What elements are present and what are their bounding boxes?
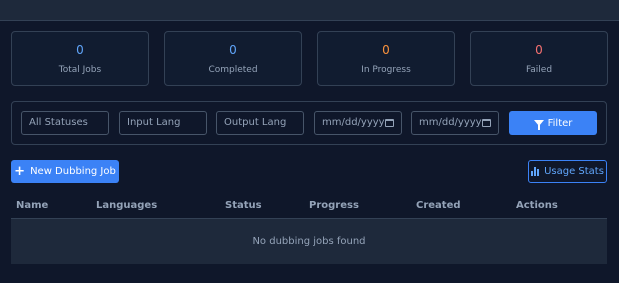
date-from-field[interactable]: mm/dd/yyyy [314, 111, 402, 135]
bar-chart-icon [531, 167, 540, 176]
stat-card-in-progress: 0 In Progress [317, 31, 455, 86]
date-from-placeholder: mm/dd/yyyy [322, 117, 385, 128]
column-header-actions: Actions [516, 200, 558, 211]
date-to-field[interactable]: mm/dd/yyyy [411, 111, 499, 135]
stat-card-failed: 0 Failed [470, 31, 608, 86]
stat-value: 0 [535, 43, 543, 57]
stat-label: Total Jobs [58, 65, 102, 75]
input-lang-placeholder: Input Lang [127, 117, 181, 128]
filter-button[interactable]: Filter [509, 111, 597, 135]
usage-stats-label: Usage Stats [544, 166, 604, 177]
stat-label: In Progress [361, 65, 411, 75]
plus-icon: + [14, 164, 26, 179]
new-dubbing-job-button[interactable]: + New Dubbing Job [11, 160, 119, 183]
status-select-value: All Statuses [29, 117, 88, 128]
calendar-icon[interactable] [385, 119, 394, 127]
output-lang-placeholder: Output Lang [224, 117, 287, 128]
filter-button-label: Filter [547, 117, 573, 129]
calendar-icon[interactable] [482, 119, 491, 127]
column-header-progress: Progress [309, 200, 359, 211]
stat-card-total-jobs: 0 Total Jobs [11, 31, 149, 86]
stat-card-completed: 0 Completed [164, 31, 302, 86]
stat-value: 0 [229, 43, 237, 57]
new-dubbing-job-label: New Dubbing Job [30, 166, 116, 177]
stat-value: 0 [76, 43, 84, 57]
column-header-status: Status [225, 200, 262, 211]
funnel-icon [533, 120, 544, 130]
input-lang-field[interactable]: Input Lang [119, 111, 207, 135]
stat-label: Failed [525, 65, 553, 75]
status-select[interactable]: All Statuses [21, 111, 109, 135]
top-bar [0, 0, 619, 21]
empty-table-message: No dubbing jobs found [11, 218, 607, 264]
column-header-name: Name [16, 200, 49, 211]
date-to-placeholder: mm/dd/yyyy [419, 117, 482, 128]
stat-label: Completed [208, 65, 258, 75]
usage-stats-button[interactable]: Usage Stats [528, 160, 607, 183]
stat-value: 0 [382, 43, 390, 57]
column-header-created: Created [416, 200, 461, 211]
column-header-languages: Languages [96, 200, 158, 211]
output-lang-field[interactable]: Output Lang [216, 111, 304, 135]
